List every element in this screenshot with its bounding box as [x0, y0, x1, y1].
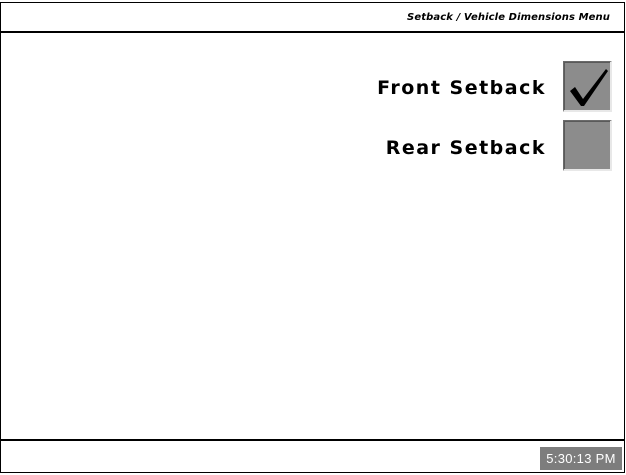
front-setback-label: Front Setback [377, 77, 546, 99]
front-setback-checkbox[interactable] [563, 61, 612, 112]
title-bar: Setback / Vehicle Dimensions Menu [1, 3, 624, 33]
frame-bottom-border [0, 472, 625, 473]
check-icon [570, 69, 608, 106]
menu-title: Setback / Vehicle Dimensions Menu [407, 12, 610, 23]
clock-display: 5:30:13 PM [540, 447, 622, 470]
setback-screen: Setback / Vehicle Dimensions Menu Front … [0, 0, 626, 475]
status-bar: 5:30:13 PM [1, 439, 624, 472]
frame-left-border [0, 2, 1, 472]
rear-setback-label: Rear Setback [385, 137, 546, 159]
rear-setback-checkbox[interactable] [563, 120, 612, 171]
frame-right-border [624, 2, 625, 472]
